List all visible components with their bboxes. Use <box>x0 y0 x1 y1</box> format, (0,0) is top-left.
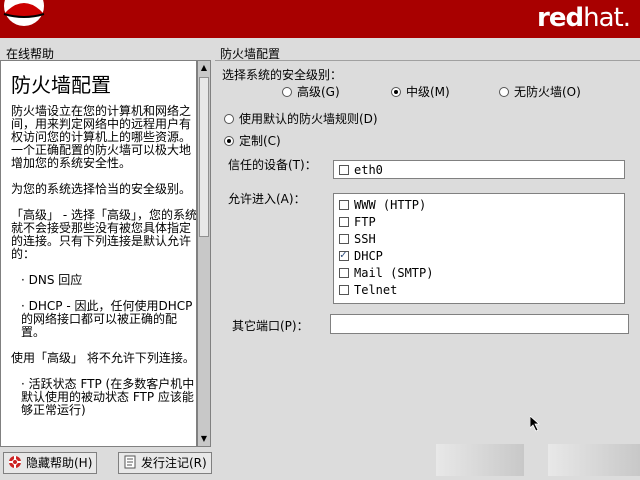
help-paragraph: · DHCP - 因此，任何使用DHCP 的网络接口都可以被正确的配置。 <box>21 299 193 339</box>
help-paragraph: 为您的系统选择恰当的安全级别。 <box>11 182 192 196</box>
checkbox-icon[interactable] <box>339 234 349 244</box>
service-ssh[interactable]: SSH <box>339 232 376 246</box>
other-ports-input[interactable] <box>330 314 629 334</box>
service-ftp[interactable]: FTP <box>339 215 376 229</box>
help-paragraph: · DNS 回应 <box>21 273 83 287</box>
trusted-device-eth0[interactable]: eth0 <box>339 163 383 177</box>
trusted-devices-list[interactable]: eth0 <box>333 160 625 179</box>
redhat-logo-icon <box>0 0 54 38</box>
service-mail[interactable]: Mail (SMTP) <box>339 266 433 280</box>
allow-services-list[interactable]: WWW (HTTP) FTP SSH DHCP Mail (SMTP) Teln… <box>333 193 625 304</box>
checkbox-icon[interactable] <box>339 285 349 295</box>
radio-custom[interactable]: 定制(C) <box>224 132 281 149</box>
scroll-up-icon[interactable]: ▲ <box>199 63 209 73</box>
help-title: 防火墙配置 <box>11 73 111 97</box>
mouse-pointer-icon <box>530 416 540 432</box>
scroll-down-icon[interactable]: ▼ <box>199 434 209 444</box>
lifebuoy-icon <box>8 455 22 475</box>
help-paragraph: 防火墙设立在您的计算机和网络之间，用来判定网络中的远程用户有权访问您的计算机上的… <box>11 104 192 170</box>
radio-selected-icon[interactable] <box>224 136 234 146</box>
service-www[interactable]: WWW (HTTP) <box>339 198 426 212</box>
radio-selected-icon[interactable] <box>391 87 401 97</box>
radio-default-rules[interactable]: 使用默认的防火墙规则(D) <box>224 110 378 127</box>
checkbox-icon[interactable] <box>339 165 349 175</box>
radio-icon[interactable] <box>282 87 292 97</box>
back-button-placeholder[interactable] <box>436 444 524 476</box>
service-dhcp[interactable]: DHCP <box>339 248 383 263</box>
next-button-placeholder[interactable] <box>548 444 640 476</box>
other-ports-label: 其它端口(P)： <box>232 319 309 333</box>
document-icon <box>123 455 137 475</box>
help-body: 防火墙设立在您的计算机和网络之间，用来判定网络中的远程用户有权访问您的计算机上的… <box>11 104 197 430</box>
radio-icon[interactable] <box>224 114 234 124</box>
header-bar: redhat. <box>0 0 640 38</box>
help-scrollbar[interactable]: ▲ ▼ <box>197 60 211 447</box>
hide-help-button[interactable]: 隐藏帮助(H) <box>3 452 97 474</box>
checkbox-icon[interactable] <box>339 217 349 227</box>
brand-wordmark: redhat. <box>537 3 631 33</box>
scroll-thumb[interactable] <box>199 77 209 237</box>
checkbox-icon[interactable] <box>339 200 349 210</box>
help-paragraph: 使用「高级」 将不允许下列连接。 <box>11 351 195 365</box>
security-level-label: 选择系统的安全级别： <box>222 68 343 82</box>
help-paragraph: 「高级」 - 选择「高级」，您的系统就不会接受那些没有被您具体指定的连接。只有下… <box>11 208 197 261</box>
radio-icon[interactable] <box>499 87 509 97</box>
help-paragraph: · 活跃状态 FTP (在多数客户机中默认使用的被动状态 FTP 应该能够正常运… <box>21 377 195 417</box>
allow-incoming-label: 允许进入(A)： <box>228 192 306 206</box>
service-telnet[interactable]: Telnet <box>339 283 397 297</box>
trusted-devices-label: 信任的设备(T)： <box>228 158 317 172</box>
help-pane[interactable]: 防火墙配置 防火墙设立在您的计算机和网络之间，用来判定网络中的远程用户有权访问您… <box>0 60 197 447</box>
radio-level-medium[interactable]: 中级(M) <box>391 83 450 100</box>
radio-level-high[interactable]: 高级(G) <box>282 83 340 100</box>
checkbox-icon[interactable] <box>339 268 349 278</box>
release-notes-button[interactable]: 发行注记(R) <box>118 452 212 474</box>
radio-level-none[interactable]: 无防火墙(O) <box>499 83 581 100</box>
frame-divider <box>215 60 640 61</box>
checkbox-checked-icon[interactable] <box>339 248 349 261</box>
